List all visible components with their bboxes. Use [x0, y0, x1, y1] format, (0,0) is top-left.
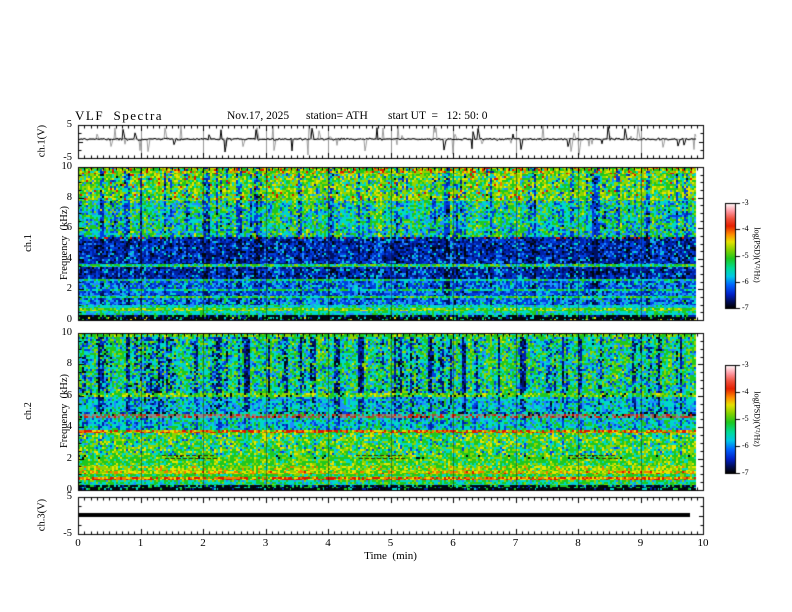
- ch1-spec-ytick-label: 4: [66, 253, 72, 264]
- ch2-spec-ylabel-line1: ch.2: [22, 402, 34, 420]
- colorbar2-tick-label: -7: [742, 468, 749, 477]
- ch2-spec-ytick-label: 2: [66, 453, 72, 464]
- ch2-spec-ytick-label: 0: [66, 484, 72, 495]
- colorbar1-tick-label: -6: [742, 277, 749, 286]
- x-tick-label: 10: [697, 537, 709, 549]
- vlf-spectra-figure: VLF Spectra Nov.17, 2025 station= ATH st…: [0, 0, 792, 612]
- x-tick-label: 4: [325, 537, 331, 549]
- start-ut-label: start UT = 12: 50: 0: [388, 110, 488, 122]
- ch1-spec-ytick-label: 8: [66, 192, 72, 203]
- ch2-spec-ylabel: ch.2 Frequency (kHz): [0, 374, 95, 448]
- x-tick-label: 2: [200, 537, 206, 549]
- figure-canvas: [0, 0, 792, 612]
- ch1-spec-ytick-label: 10: [61, 161, 73, 172]
- x-tick-label: 1: [137, 537, 144, 549]
- ch3-wave-ytick-label: -5: [63, 528, 72, 539]
- ch2-spec-ytick-label: 10: [61, 327, 73, 338]
- colorbar2-tick-label: -5: [742, 414, 749, 423]
- x-tick-label: 5: [387, 537, 394, 549]
- figure-date: Nov.17, 2025: [227, 110, 290, 122]
- x-tick-label: 8: [575, 537, 581, 549]
- ch2-spec-ytick-label: 4: [66, 421, 72, 432]
- ch1-spec-ytick-label: 6: [66, 222, 72, 233]
- colorbar1-tick-label: -7: [742, 303, 749, 312]
- station-label: station= ATH: [306, 110, 368, 122]
- colorbar1-tick-label: -3: [742, 198, 749, 207]
- ch2-spec-ylabel-line2: Frequency (kHz): [59, 373, 71, 449]
- colorbar1-tick-label: -4: [742, 224, 749, 233]
- ch1-spec-ytick-label: 0: [66, 314, 72, 325]
- colorbar1-tick-label: -5: [742, 251, 749, 260]
- ch3-wave-ylabel: ch.3(V): [36, 498, 48, 532]
- ch1-spec-ytick-label: 2: [66, 283, 72, 294]
- colorbar2-tick-label: -6: [742, 441, 749, 450]
- colorbar2-tick-label: -4: [742, 387, 749, 396]
- x-tick-label: 7: [512, 537, 519, 549]
- x-tick-label: 9: [637, 537, 644, 549]
- ch1-wave-ytick-label: 5: [66, 119, 72, 130]
- ch1-spec-ylabel: ch.1 Frequency (kHz): [0, 206, 95, 280]
- ch2-spec-ytick-label: 8: [66, 358, 72, 369]
- figure-title: VLF Spectra: [75, 108, 164, 123]
- ch2-spec-ytick-label: 6: [66, 390, 72, 401]
- colorbar2-tick-label: -3: [742, 360, 749, 369]
- x-tick-label: 6: [450, 537, 456, 549]
- ch1-spec-ylabel-line2: Frequency (kHz): [59, 205, 71, 281]
- x-tick-label: 3: [262, 537, 269, 549]
- ch1-spec-ylabel-line1: ch.1: [22, 234, 34, 252]
- x-axis-title: Time (min): [364, 550, 417, 562]
